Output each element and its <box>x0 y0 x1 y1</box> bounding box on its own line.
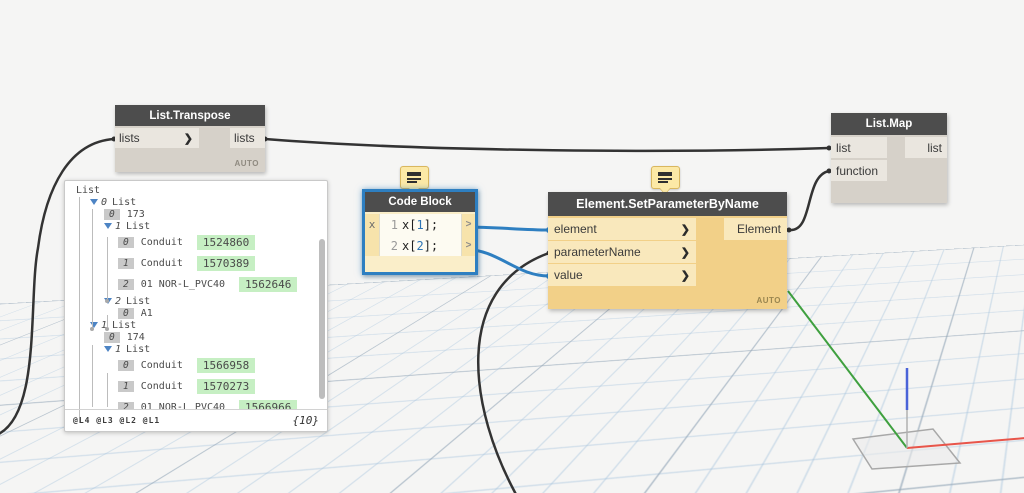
port-output-element[interactable]: Element <box>724 218 787 240</box>
list-tree: List 0 List 0 173 1 List 0 Conduit 1524860 1 Condui… <box>65 184 317 409</box>
port-input-element[interactable]: element ❯ <box>548 218 696 240</box>
chevron-right-icon: ❯ <box>680 269 690 282</box>
node-list-transpose[interactable]: List.Transpose lists ❯ lists AUTO <box>115 105 265 172</box>
tree-branch: 0 List <box>65 196 317 208</box>
tree-item: 0 A1 <box>65 307 317 319</box>
element-id-chip: 1566966 <box>239 400 298 409</box>
port-input-function[interactable]: function <box>831 160 887 181</box>
element-id-chip: 1524860 <box>196 235 256 250</box>
wire-transpose-to-map[interactable] <box>264 137 830 153</box>
collapse-triangle-icon[interactable] <box>104 223 112 229</box>
preview-footer: @L4 @L3 @L2 @L1 {10} <box>65 409 327 431</box>
tree-item: 0 174 <box>65 331 317 343</box>
tree-item: 2 01 NOR-L_PVC40 1562646 <box>65 274 317 295</box>
tree-item: 0 Conduit 1524860 <box>65 232 317 253</box>
tree-branch: 1 List <box>65 220 317 232</box>
element-id-chip: 1570389 <box>196 256 256 271</box>
index-badge: 1 <box>118 381 134 392</box>
comment-note-icon[interactable] <box>651 166 680 189</box>
port-input-list[interactable]: list <box>831 137 887 158</box>
port-input-lists[interactable]: lists ❯ <box>115 128 199 148</box>
port-input-parametername[interactable]: parameterName ❯ <box>548 241 696 263</box>
node-code-block[interactable]: Code Block x 1 x[1]; > 2 x[2]; > <box>362 189 478 275</box>
tree-item: 1 Conduit 1570389 <box>65 253 317 274</box>
node-element-setparameterbyname[interactable]: Element.SetParameterByName element ❯ par… <box>548 192 787 309</box>
lacing-label[interactable]: AUTO <box>234 159 259 168</box>
lacing-levels-label[interactable]: @L4 @L3 @L2 @L1 <box>73 416 160 425</box>
collapse-triangle-icon[interactable] <box>104 346 112 352</box>
tree-guide-dot <box>105 299 109 303</box>
index-badge: 0 <box>104 331 120 343</box>
chevron-right-icon: ❯ <box>680 246 690 259</box>
tree-guide <box>107 315 108 327</box>
tree-guide-dot <box>105 327 109 331</box>
port-input-value[interactable]: value ❯ <box>548 264 696 286</box>
wire-into-parametername[interactable] <box>476 251 550 493</box>
port-output-1[interactable]: > <box>462 214 475 235</box>
code-line[interactable]: 2 x[2]; <box>379 235 462 256</box>
tree-guide-dot <box>90 327 94 331</box>
tree-guide <box>92 345 93 407</box>
lacing-label[interactable]: AUTO <box>756 296 781 305</box>
node-list-map[interactable]: List.Map list function list <box>831 113 947 203</box>
node-title[interactable]: Code Block <box>365 192 475 212</box>
tree-item: List <box>76 184 101 196</box>
tree-guide <box>79 197 80 423</box>
tree-branch: 1 List <box>65 343 317 355</box>
element-id-chip: 1570273 <box>196 379 256 394</box>
port-output-lists[interactable]: lists <box>230 128 265 148</box>
port-output-2[interactable]: > <box>462 235 475 256</box>
element-id-chip: 1562646 <box>239 277 298 292</box>
tree-item: 0 Conduit 1566958 <box>65 355 317 376</box>
tree-guide <box>107 373 108 407</box>
tree-branch: 1 List <box>65 319 317 331</box>
node-title[interactable]: List.Map <box>831 113 947 135</box>
index-badge: 0 <box>118 237 134 248</box>
tree-guide <box>92 209 93 327</box>
code-line[interactable]: 1 x[1]; <box>379 214 462 235</box>
dynamo-workspace: List.Transpose lists ❯ lists AUTO List 0 L… <box>0 0 1024 493</box>
chevron-right-icon: ❯ <box>680 223 690 236</box>
chevron-right-icon: ❯ <box>183 132 193 145</box>
comment-note-icon[interactable] <box>400 166 429 189</box>
node-title[interactable]: List.Transpose <box>115 105 265 126</box>
list-count-label: {10} <box>292 414 320 427</box>
index-badge: 1 <box>118 258 134 269</box>
index-badge: 2 <box>118 402 134 409</box>
index-badge: 0 <box>118 307 134 319</box>
preview-bubble[interactable]: List 0 List 0 173 1 List 0 Conduit 1524860 1 Condui… <box>64 180 328 432</box>
index-badge: 0 <box>104 208 120 220</box>
port-spacer <box>365 235 379 256</box>
wire-element-to-function[interactable] <box>788 169 830 232</box>
index-badge: 2 <box>118 279 134 290</box>
tree-branch: 2 List <box>65 295 317 307</box>
port-input-x[interactable]: x <box>365 214 379 235</box>
tree-guide <box>107 237 108 299</box>
scrollbar-thumb[interactable] <box>319 239 325 399</box>
index-badge: 0 <box>118 360 134 371</box>
port-output-list[interactable]: list <box>905 137 947 158</box>
tree-item: 1 Conduit 1570273 <box>65 376 317 397</box>
collapse-triangle-icon[interactable] <box>90 199 98 205</box>
tree-item: 0 173 <box>65 208 317 220</box>
node-title[interactable]: Element.SetParameterByName <box>548 192 787 216</box>
element-id-chip: 1566958 <box>196 358 256 373</box>
tree-item: 2 01 NOR-L_PVC40 1566966 <box>65 397 317 409</box>
